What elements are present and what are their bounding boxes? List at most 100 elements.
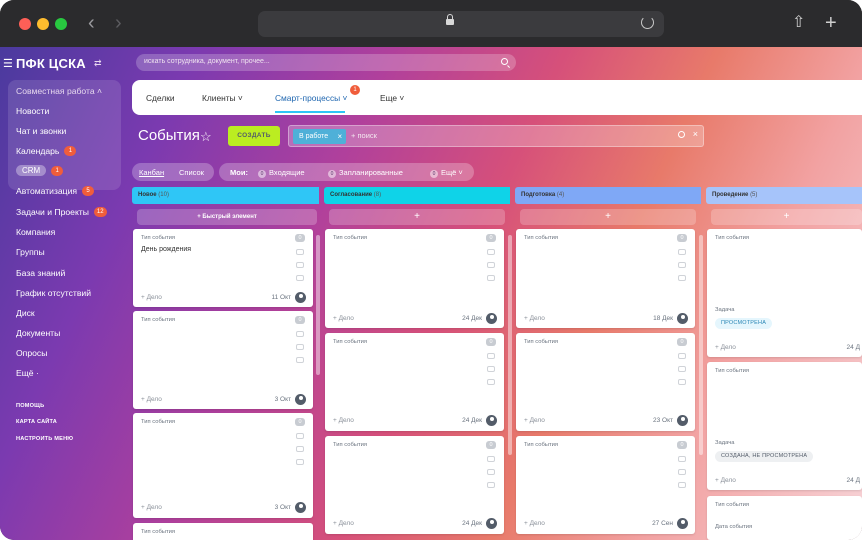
- kanban-card[interactable]: Тип события 0 + Дело 24 Дек: [325, 436, 504, 534]
- add-activity-link[interactable]: + Дело: [333, 520, 354, 527]
- mail-icon[interactable]: [487, 366, 495, 372]
- sidebar-item-crm[interactable]: CRM 1: [16, 165, 64, 176]
- kanban-card[interactable]: Тип события Задача СОЗДАНА, НЕ ПРОСМОТРЕ…: [707, 362, 862, 490]
- column-scrollbar[interactable]: [316, 235, 320, 375]
- phone-icon[interactable]: [678, 456, 686, 462]
- mail-icon[interactable]: [487, 262, 495, 268]
- avatar[interactable]: [295, 502, 306, 513]
- column-header-run[interactable]: Проведение (5): [706, 187, 862, 204]
- sitemap-link[interactable]: КАРТА САЙТА: [16, 419, 57, 425]
- view-kanban[interactable]: Канбан: [139, 168, 164, 177]
- add-activity-link[interactable]: + Дело: [141, 294, 162, 301]
- avatar[interactable]: [486, 313, 497, 324]
- portal-title[interactable]: ПФК ЦСКА: [16, 56, 86, 71]
- avatar[interactable]: [677, 313, 688, 324]
- column-scrollbar[interactable]: [508, 235, 512, 455]
- phone-icon[interactable]: [487, 249, 495, 255]
- counter-planned[interactable]: 0 Запланированные: [328, 168, 403, 178]
- clear-filter-icon[interactable]: ×: [693, 129, 698, 139]
- add-activity-link[interactable]: + Дело: [141, 396, 162, 403]
- sidebar-item-knowledge[interactable]: База знаний: [16, 268, 65, 278]
- mail-icon[interactable]: [296, 344, 304, 350]
- search-icon[interactable]: [678, 131, 685, 138]
- mail-icon[interactable]: [296, 446, 304, 452]
- pin-icon[interactable]: ⇄: [94, 58, 102, 69]
- tab-smart-processes[interactable]: Смарт-процессы ˅: [275, 93, 347, 103]
- add-activity-link[interactable]: + Дело: [715, 477, 736, 484]
- search-icon[interactable]: [501, 58, 508, 65]
- chat-icon[interactable]: [678, 275, 686, 281]
- add-activity-link[interactable]: + Дело: [333, 315, 354, 322]
- avatar[interactable]: [486, 415, 497, 426]
- share-icon[interactable]: ⇧: [792, 12, 805, 34]
- kanban-card[interactable]: Тип события 0 + Дело 18 Дек: [516, 229, 695, 328]
- create-button[interactable]: СОЗДАТЬ: [228, 126, 280, 146]
- add-activity-link[interactable]: + Дело: [524, 520, 545, 527]
- avatar[interactable]: [295, 292, 306, 303]
- sidebar-item-tasks[interactable]: Задачи и Проекты 12: [16, 207, 107, 217]
- kanban-card[interactable]: Тип события Дата события: [707, 496, 862, 540]
- chat-icon[interactable]: [487, 379, 495, 385]
- back-icon[interactable]: ‹: [88, 12, 95, 34]
- kanban-card[interactable]: Тип события Задача ПРОСМОТРЕНА + Дело 24…: [707, 229, 862, 357]
- column-header-new[interactable]: Новое (10): [132, 187, 319, 204]
- sidebar-item-groups[interactable]: Группы: [16, 247, 45, 257]
- quick-add-button[interactable]: + Быстрый элемент: [137, 209, 317, 225]
- chat-icon[interactable]: [678, 379, 686, 385]
- filter-search-input[interactable]: В работе × + поиск ×: [288, 125, 704, 147]
- sidebar-item-automation[interactable]: Автоматизация 5: [16, 186, 95, 196]
- add-card-button[interactable]: +: [711, 209, 862, 225]
- add-activity-link[interactable]: + Дело: [715, 344, 736, 351]
- kanban-card[interactable]: Тип события 0 + Дело 24 Дек: [325, 229, 504, 328]
- kanban-card[interactable]: Тип события: [133, 523, 313, 540]
- minimize-window-button[interactable]: [37, 18, 49, 30]
- sidebar-item-calendar[interactable]: Календарь 1: [16, 146, 77, 156]
- avatar[interactable]: [677, 415, 688, 426]
- kanban-card[interactable]: Тип события 0 + Дело 3 Окт: [133, 413, 313, 518]
- avatar[interactable]: [295, 394, 306, 405]
- mail-icon[interactable]: [487, 469, 495, 475]
- phone-icon[interactable]: [296, 433, 304, 439]
- avatar[interactable]: [486, 518, 497, 529]
- phone-icon[interactable]: [487, 456, 495, 462]
- tab-clients[interactable]: Клиенты ˅: [202, 93, 243, 103]
- filter-chip[interactable]: В работе ×: [293, 129, 347, 144]
- sidebar-item-disk[interactable]: Диск: [16, 308, 35, 318]
- star-icon[interactable]: ☆: [200, 129, 212, 145]
- add-activity-link[interactable]: + Дело: [333, 417, 354, 424]
- mail-icon[interactable]: [678, 262, 686, 268]
- mail-icon[interactable]: [678, 366, 686, 372]
- chat-icon[interactable]: [296, 357, 304, 363]
- mail-icon[interactable]: [296, 262, 304, 268]
- sidebar-item-more[interactable]: Ещё ·: [16, 368, 39, 378]
- forward-icon[interactable]: ›: [115, 12, 122, 34]
- column-header-prep[interactable]: Подготовка (4): [515, 187, 701, 204]
- search-input[interactable]: искать сотрудника, документ, прочее...: [136, 54, 516, 71]
- add-card-button[interactable]: +: [329, 209, 505, 225]
- address-bar[interactable]: [258, 11, 664, 37]
- counter-more[interactable]: 0 Ещё ˅: [430, 168, 463, 178]
- chat-icon[interactable]: [296, 459, 304, 465]
- menu-icon[interactable]: ☰: [3, 57, 13, 70]
- add-activity-link[interactable]: + Дело: [141, 504, 162, 511]
- view-list[interactable]: Список: [179, 168, 204, 177]
- column-header-approval[interactable]: Согласование (8): [324, 187, 510, 204]
- zoom-window-button[interactable]: [55, 18, 67, 30]
- new-tab-icon[interactable]: +: [825, 12, 837, 34]
- sidebar-item-polls[interactable]: Опросы: [16, 348, 47, 358]
- sidebar-item-absence[interactable]: График отсутствий: [16, 288, 91, 298]
- sidebar-group-label[interactable]: Совместная работа ˄: [16, 86, 102, 96]
- kanban-card[interactable]: Тип события 0 + Дело 27 Сен: [516, 436, 695, 534]
- phone-icon[interactable]: [296, 249, 304, 255]
- add-activity-link[interactable]: + Дело: [524, 315, 545, 322]
- kanban-card[interactable]: Тип события 0 + Дело 3 Окт: [133, 311, 313, 409]
- phone-icon[interactable]: [296, 331, 304, 337]
- kanban-card[interactable]: Тип события День рождения 0 + Дело 11 Ок…: [133, 229, 313, 307]
- tab-deals[interactable]: Сделки: [146, 93, 175, 103]
- chat-icon[interactable]: [678, 482, 686, 488]
- reload-icon[interactable]: [641, 16, 654, 29]
- card-title[interactable]: День рождения: [141, 246, 191, 253]
- phone-icon[interactable]: [678, 353, 686, 359]
- mail-icon[interactable]: [678, 469, 686, 475]
- close-window-button[interactable]: [19, 18, 31, 30]
